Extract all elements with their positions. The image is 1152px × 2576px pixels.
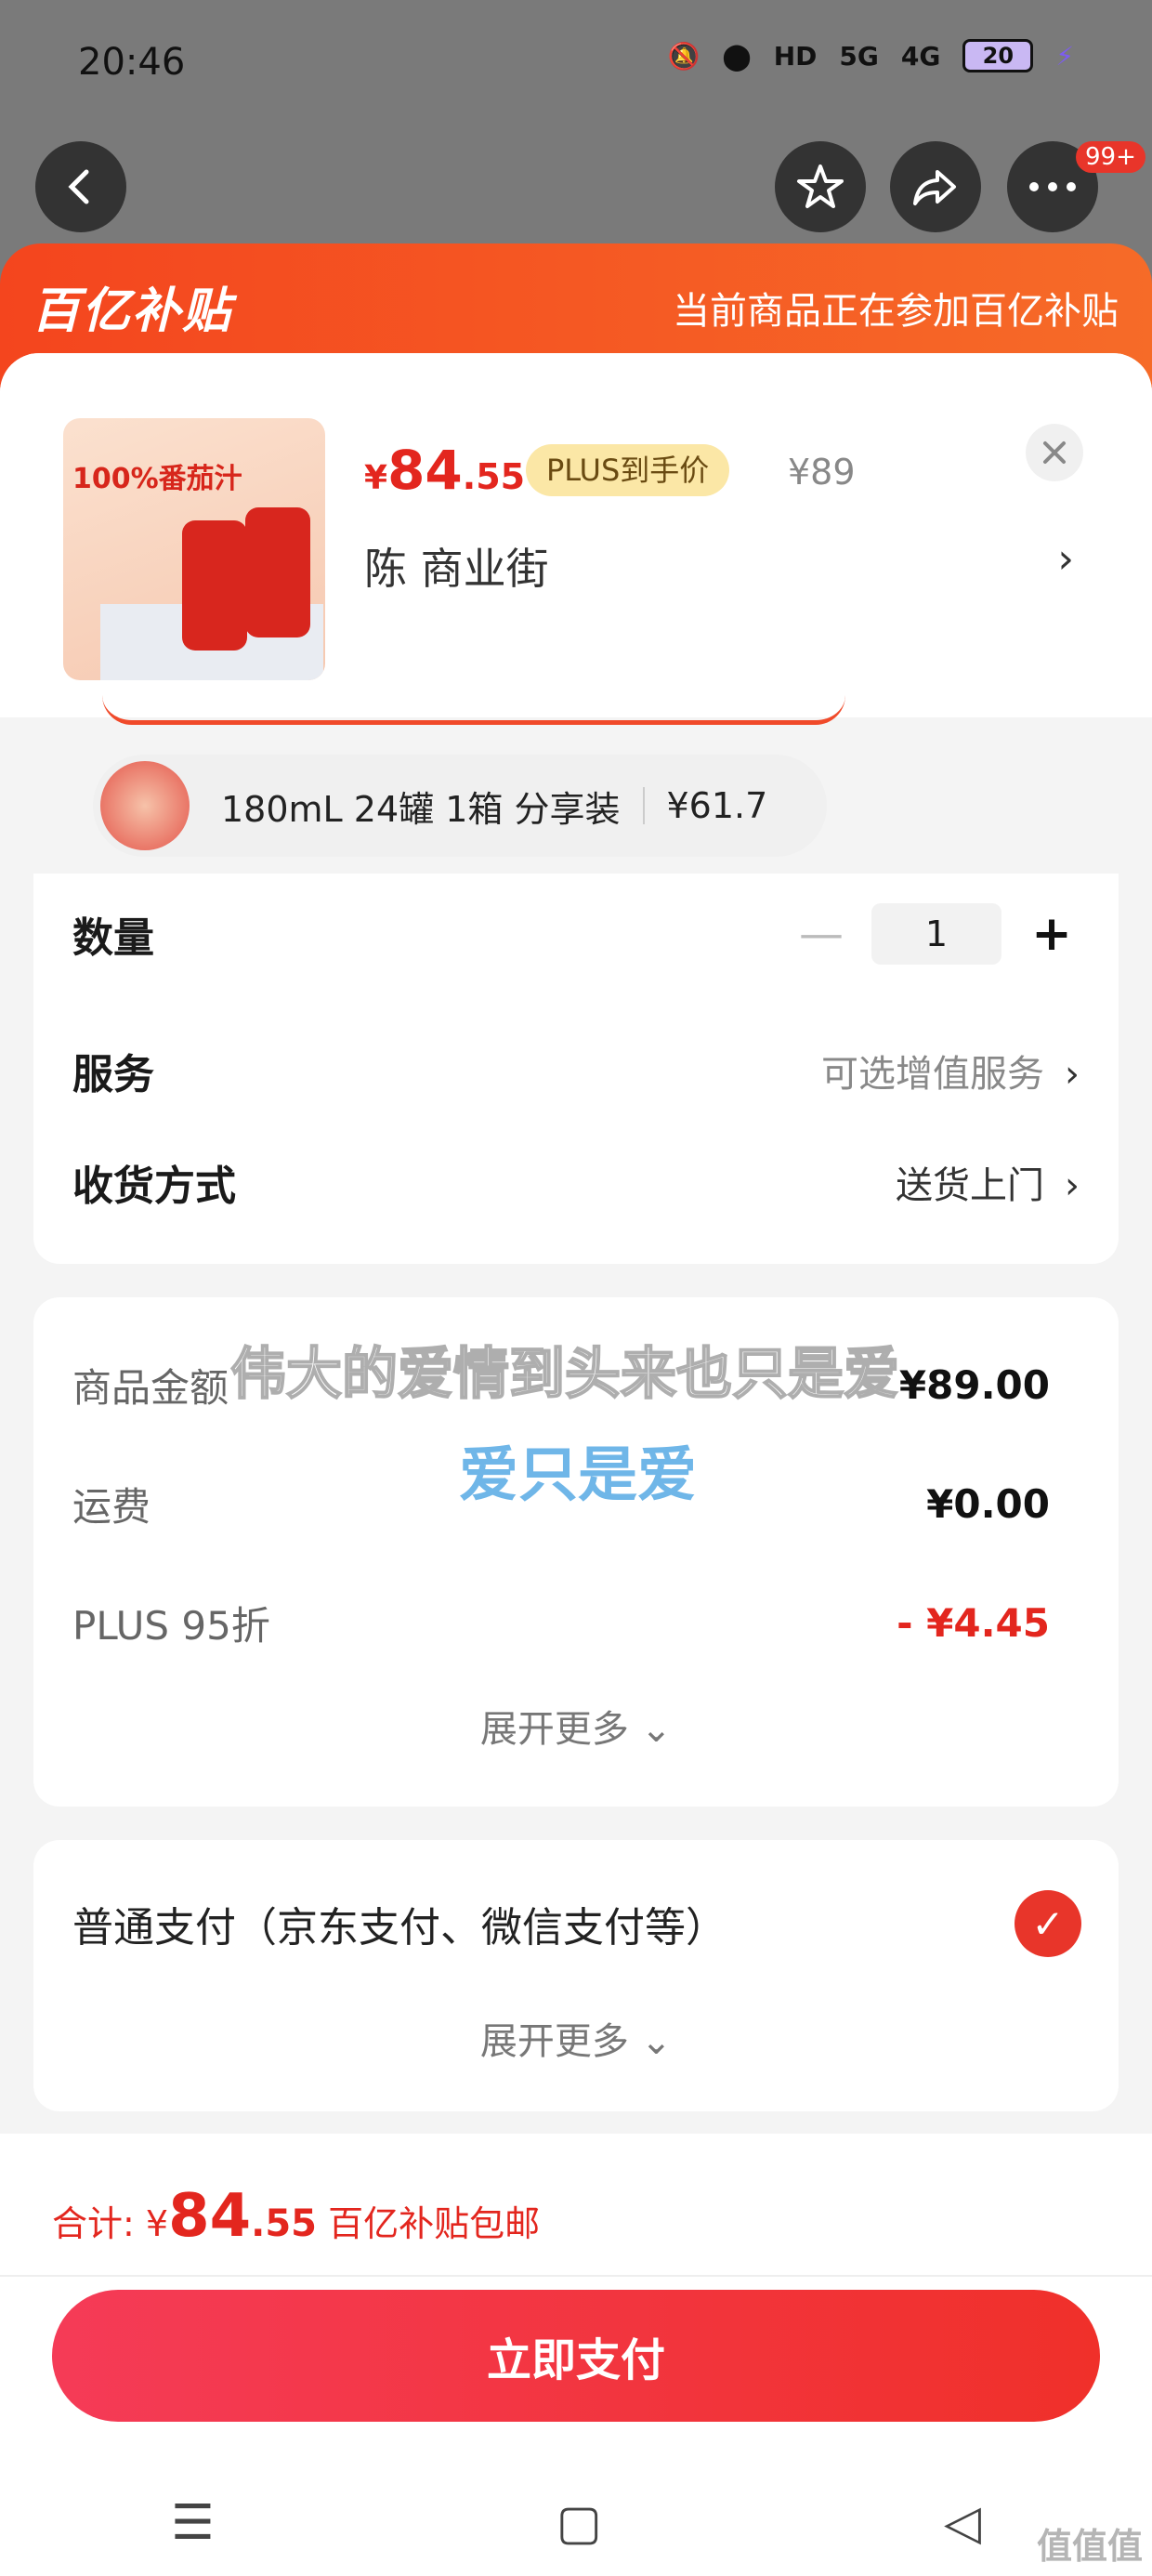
- payment-card: 普通支付（京东支付、微信支付等） 展开更多 ⌄: [33, 1840, 1119, 2111]
- plus-price-tag: PLUS到手价: [526, 444, 730, 496]
- thumbnail-title: 100%番茄汁: [72, 463, 242, 495]
- spec-label: 180mL 24罐 1箱 分享装: [221, 788, 621, 830]
- chevron-right-icon: ›: [1065, 1164, 1080, 1207]
- chevron-left-icon: [68, 169, 89, 204]
- checkmark-icon[interactable]: ✓: [1015, 1890, 1081, 1957]
- system-nav-bar: ☰ ▢ ◁: [0, 2472, 1152, 2574]
- spec-divider: [642, 787, 645, 824]
- delivery-address[interactable]: 陈 商业街: [364, 535, 549, 597]
- watermark: 值值值: [1036, 2526, 1143, 2567]
- status-bar: 20:46 🔕 ⬤ HD 5G 4G 20 ⚡: [0, 0, 1152, 130]
- hd-icon: HD: [773, 40, 818, 72]
- delivery-row[interactable]: 收货方式 送货上门 ›: [72, 1152, 1080, 1212]
- total-amount: 合计: ¥84.55 百亿补贴包邮: [52, 2182, 541, 2251]
- subsidy-message: 当前商品正在参加百亿补贴: [673, 290, 1119, 333]
- service-value: 可选增值服务 ›: [821, 1053, 1080, 1096]
- caption-overlay: 爱只是爱: [459, 1441, 697, 1510]
- quantity-row: 数量 — 1 +: [72, 903, 1080, 965]
- pay-now-button[interactable]: 立即支付: [52, 2290, 1100, 2422]
- signal-5g-icon: 5G: [839, 40, 879, 72]
- product-price: ¥84.55: [364, 439, 526, 502]
- cost-value: ¥0.00: [926, 1481, 1050, 1527]
- footer-divider: [0, 2275, 1152, 2277]
- payment-method[interactable]: 普通支付（京东支付、微信支付等）: [72, 1894, 727, 1953]
- cost-label: 商品金额: [72, 1365, 229, 1411]
- home-icon[interactable]: ▢: [556, 2495, 602, 2551]
- battery-icon: 20: [962, 39, 1034, 72]
- location-icon: ⬤: [722, 40, 752, 72]
- spec-price: ¥61.7: [666, 785, 768, 826]
- spec-thumbnail: [100, 761, 190, 850]
- mute-icon: 🔕: [667, 40, 700, 72]
- cost-label: 运费: [72, 1484, 151, 1530]
- quantity-label: 数量: [72, 914, 154, 962]
- status-icons: 🔕 ⬤ HD 5G 4G 20 ⚡: [667, 39, 1074, 72]
- top-nav: [0, 138, 1152, 240]
- cost-row: PLUS 95折 - ¥4.45: [72, 1595, 1050, 1651]
- caption-overlay: 伟大的爱情到头来也只是爱: [229, 1341, 900, 1408]
- cost-value: - ¥4.45: [897, 1600, 1050, 1646]
- notification-badge: 99+: [1076, 141, 1145, 173]
- close-button[interactable]: [1026, 424, 1083, 481]
- spec-option[interactable]: 180mL 24罐 1箱 分享装 ¥61.7: [93, 755, 827, 857]
- service-row[interactable]: 服务 可选增值服务 ›: [72, 1041, 1080, 1100]
- cost-label: PLUS 95折: [72, 1603, 270, 1649]
- share-icon: [913, 170, 956, 205]
- can-image: [182, 520, 247, 651]
- menu-icon[interactable]: ☰: [171, 2495, 215, 2551]
- chevron-right-icon[interactable]: ›: [1057, 535, 1074, 583]
- chevron-down-icon: ⌄: [640, 2020, 673, 2063]
- status-time: 20:46: [78, 41, 186, 84]
- back-triangle-icon[interactable]: ◁: [944, 2495, 981, 2551]
- spec-selection-edge: [102, 695, 845, 725]
- chevron-down-icon: ⌄: [640, 1708, 673, 1751]
- decrease-button[interactable]: —: [793, 908, 849, 960]
- increase-button[interactable]: +: [1024, 906, 1080, 962]
- subsidy-logo: 百亿补贴: [32, 283, 233, 339]
- product-thumbnail[interactable]: 100%番茄汁: [63, 418, 325, 680]
- service-label: 服务: [72, 1051, 154, 1098]
- can-image: [245, 507, 310, 637]
- product-header: 100%番茄汁 ¥84.55 PLUS到手价 ¥89 陈 商业街 ›: [0, 353, 1152, 717]
- checkout-footer: 合计: ¥84.55 百亿补贴包邮 立即支付 ☰ ▢ ◁ 值值值: [0, 2134, 1152, 2576]
- cost-value: ¥89.00: [898, 1362, 1050, 1408]
- original-price: ¥89: [788, 452, 856, 493]
- share-button[interactable]: [890, 141, 981, 232]
- delivery-value: 送货上门 ›: [896, 1164, 1080, 1207]
- signal-4g-icon: 4G: [900, 40, 941, 72]
- quantity-stepper: — 1 +: [793, 903, 1080, 965]
- quantity-input[interactable]: 1: [871, 903, 1001, 965]
- delivery-label: 收货方式: [72, 1163, 236, 1210]
- charging-icon: ⚡: [1055, 40, 1074, 72]
- close-icon: [1043, 441, 1066, 464]
- payment-expand-button[interactable]: 展开更多 ⌄: [33, 2011, 1119, 2065]
- cost-expand-button[interactable]: 展开更多 ⌄: [33, 1699, 1119, 1753]
- more-dots-icon: [1029, 182, 1076, 191]
- back-button[interactable]: [35, 141, 126, 232]
- chevron-right-icon: ›: [1065, 1053, 1080, 1096]
- favorite-button[interactable]: [775, 141, 866, 232]
- star-icon: [797, 164, 844, 208]
